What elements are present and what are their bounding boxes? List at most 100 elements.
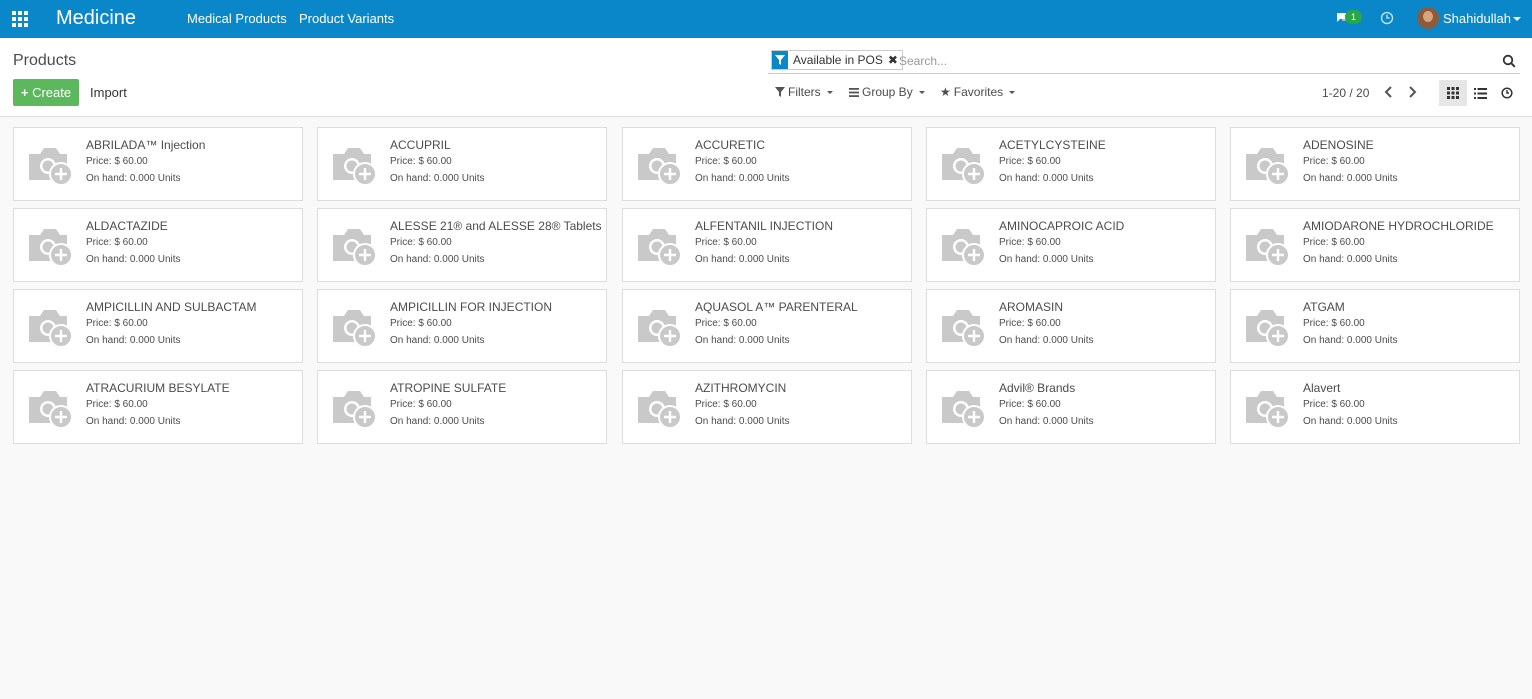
product-name: AMPICILLIN FOR INJECTION (390, 300, 553, 314)
menu-medical-products[interactable]: Medical Products (187, 11, 287, 26)
product-on-hand: On hand: 0.000 Units (999, 416, 1094, 427)
product-card[interactable]: ATROPINE SULFATE Price: $ 60.00 On hand: 0… (317, 370, 607, 444)
product-card[interactable]: ABRILADA™ Injection Price: $ 60.00 On hand… (13, 127, 303, 201)
product-name: AZITHROMYCIN (695, 381, 787, 395)
product-card[interactable]: AROMASIN Price: $ 60.00 On hand: 0.000 Uni… (926, 289, 1216, 363)
camera-placeholder-icon (27, 306, 75, 348)
group-by-dropdown[interactable]: Group By (849, 85, 925, 99)
camera-placeholder-icon (1244, 387, 1292, 429)
search-icon[interactable] (1502, 54, 1516, 68)
group-by-label: Group By (862, 85, 913, 99)
camera-placeholder-icon (331, 387, 379, 429)
list-icon (1473, 87, 1487, 99)
product-price: Price: $ 60.00 (86, 156, 148, 167)
camera-placeholder-icon (636, 387, 684, 429)
product-card[interactable]: ALFENTANIL INJECTION Price: $ 60.00 On han… (622, 208, 912, 282)
pager-value[interactable]: 1-20 / 20 (1322, 86, 1369, 100)
product-price: Price: $ 60.00 (86, 318, 148, 329)
favorites-dropdown[interactable]: ★ Favorites (940, 85, 1016, 99)
product-card[interactable]: AMIODARONE HYDROCHLORIDE Price: $ 60.00 On… (1230, 208, 1520, 282)
product-name: Advil® Brands (999, 381, 1076, 395)
product-on-hand: On hand: 0.000 Units (1303, 416, 1398, 427)
import-button[interactable]: Import (90, 85, 127, 100)
messages-badge: 1 (1345, 10, 1362, 24)
product-card[interactable]: ACCUPRIL Price: $ 60.00 On hand: 0.000 Uni… (317, 127, 607, 201)
product-name: ACETYLCYSTEINE (999, 138, 1106, 152)
kanban-grid-icon (1447, 87, 1459, 99)
product-on-hand: On hand: 0.000 Units (1303, 173, 1398, 184)
product-on-hand: On hand: 0.000 Units (695, 416, 790, 427)
pager-previous-icon[interactable] (1382, 84, 1396, 100)
camera-placeholder-icon (940, 306, 988, 348)
product-card[interactable]: AMPICILLIN FOR INJECTION Price: $ 60.00 On… (317, 289, 607, 363)
camera-placeholder-icon (636, 144, 684, 186)
filters-label: Filters (788, 85, 821, 99)
product-card[interactable]: AMINOCAPROIC ACID Price: $ 60.00 On hand: … (926, 208, 1216, 282)
product-price: Price: $ 60.00 (86, 237, 148, 248)
product-card[interactable]: ATRACURIUM BESYLATE Price: $ 60.00 On hand… (13, 370, 303, 444)
product-on-hand: On hand: 0.000 Units (86, 416, 181, 427)
filters-dropdown[interactable]: Filters (775, 85, 833, 99)
product-card[interactable]: ALDACTAZIDE Price: $ 60.00 On hand: 0.000 … (13, 208, 303, 282)
product-price: Price: $ 60.00 (695, 156, 757, 167)
search-input[interactable] (899, 52, 1479, 70)
search-facet-available-in-pos[interactable]: Available in POS ✖ (771, 50, 903, 70)
camera-placeholder-icon (940, 225, 988, 267)
product-price: Price: $ 60.00 (999, 156, 1061, 167)
product-card[interactable]: AMPICILLIN AND SULBACTAM Price: $ 60.00 On… (13, 289, 303, 363)
user-menu[interactable]: Shahidullah (1443, 11, 1511, 26)
filter-icon (772, 51, 788, 69)
list-view-button[interactable] (1466, 80, 1494, 106)
product-name: AMIODARONE HYDROCHLORIDE (1303, 219, 1494, 233)
product-name: ALFENTANIL INJECTION (695, 219, 834, 233)
product-price: Price: $ 60.00 (695, 399, 757, 410)
product-on-hand: On hand: 0.000 Units (390, 173, 485, 184)
search-bar: Available in POS ✖ (768, 48, 1520, 74)
product-on-hand: On hand: 0.000 Units (86, 173, 181, 184)
product-name: AMPICILLIN AND SULBACTAM (86, 300, 257, 314)
favorites-label: Favorites (953, 85, 1004, 99)
camera-placeholder-icon (331, 144, 379, 186)
camera-placeholder-icon (1244, 306, 1292, 348)
product-on-hand: On hand: 0.000 Units (86, 335, 181, 346)
kanban-view-button[interactable] (1439, 80, 1467, 106)
menu-product-variants[interactable]: Product Variants (299, 11, 394, 26)
product-price: Price: $ 60.00 (1303, 318, 1365, 329)
camera-placeholder-icon (27, 144, 75, 186)
user-avatar[interactable] (1417, 7, 1439, 29)
product-card[interactable]: Alavert Price: $ 60.00 On hand: 0.000 Unit… (1230, 370, 1520, 444)
product-card[interactable]: ATGAM Price: $ 60.00 On hand: 0.000 Units (1230, 289, 1520, 363)
camera-placeholder-icon (636, 306, 684, 348)
product-name: ALESSE 21® and ALESSE 28® Tablets (390, 219, 602, 233)
camera-placeholder-icon (940, 144, 988, 186)
product-name: ATGAM (1303, 300, 1345, 314)
product-price: Price: $ 60.00 (390, 237, 452, 248)
apps-menu-icon[interactable] (12, 11, 29, 27)
product-on-hand: On hand: 0.000 Units (999, 173, 1094, 184)
product-card[interactable]: ALESSE 21® and ALESSE 28® Tablets Price: … (317, 208, 607, 282)
product-card[interactable]: AQUASOL A™ PARENTERAL Price: $ 60.00 On ha… (622, 289, 912, 363)
camera-placeholder-icon (27, 387, 75, 429)
camera-placeholder-icon (940, 387, 988, 429)
product-name: ATROPINE SULFATE (390, 381, 507, 395)
create-button-label: Create (32, 85, 72, 100)
product-card[interactable]: ACCURETIC Price: $ 60.00 On hand: 0.000 Un… (622, 127, 912, 201)
product-on-hand: On hand: 0.000 Units (390, 335, 485, 346)
product-name: ATRACURIUM BESYLATE (86, 381, 230, 395)
create-button[interactable]: + Create (13, 79, 79, 106)
activity-view-button[interactable] (1493, 80, 1521, 106)
product-name: Alavert (1303, 381, 1341, 395)
product-card[interactable]: Advil® Brands Price: $ 60.00 On hand: 0.00… (926, 370, 1216, 444)
product-name: ALDACTAZIDE (86, 219, 168, 233)
product-card[interactable]: ADENOSINE Price: $ 60.00 On hand: 0.000 Un… (1230, 127, 1520, 201)
product-card[interactable]: AZITHROMYCIN Price: $ 60.00 On hand: 0.000… (622, 370, 912, 444)
user-menu-caret-icon[interactable] (1513, 17, 1521, 21)
camera-placeholder-icon (27, 225, 75, 267)
product-price: Price: $ 60.00 (390, 156, 452, 167)
product-on-hand: On hand: 0.000 Units (390, 416, 485, 427)
product-name: AQUASOL A™ PARENTERAL (695, 300, 858, 314)
product-card[interactable]: ACETYLCYSTEINE Price: $ 60.00 On hand: 0.0… (926, 127, 1216, 201)
product-name: ACCUPRIL (390, 138, 451, 152)
pager-next-icon[interactable] (1405, 84, 1419, 100)
activity-clock-icon[interactable] (1380, 11, 1394, 25)
